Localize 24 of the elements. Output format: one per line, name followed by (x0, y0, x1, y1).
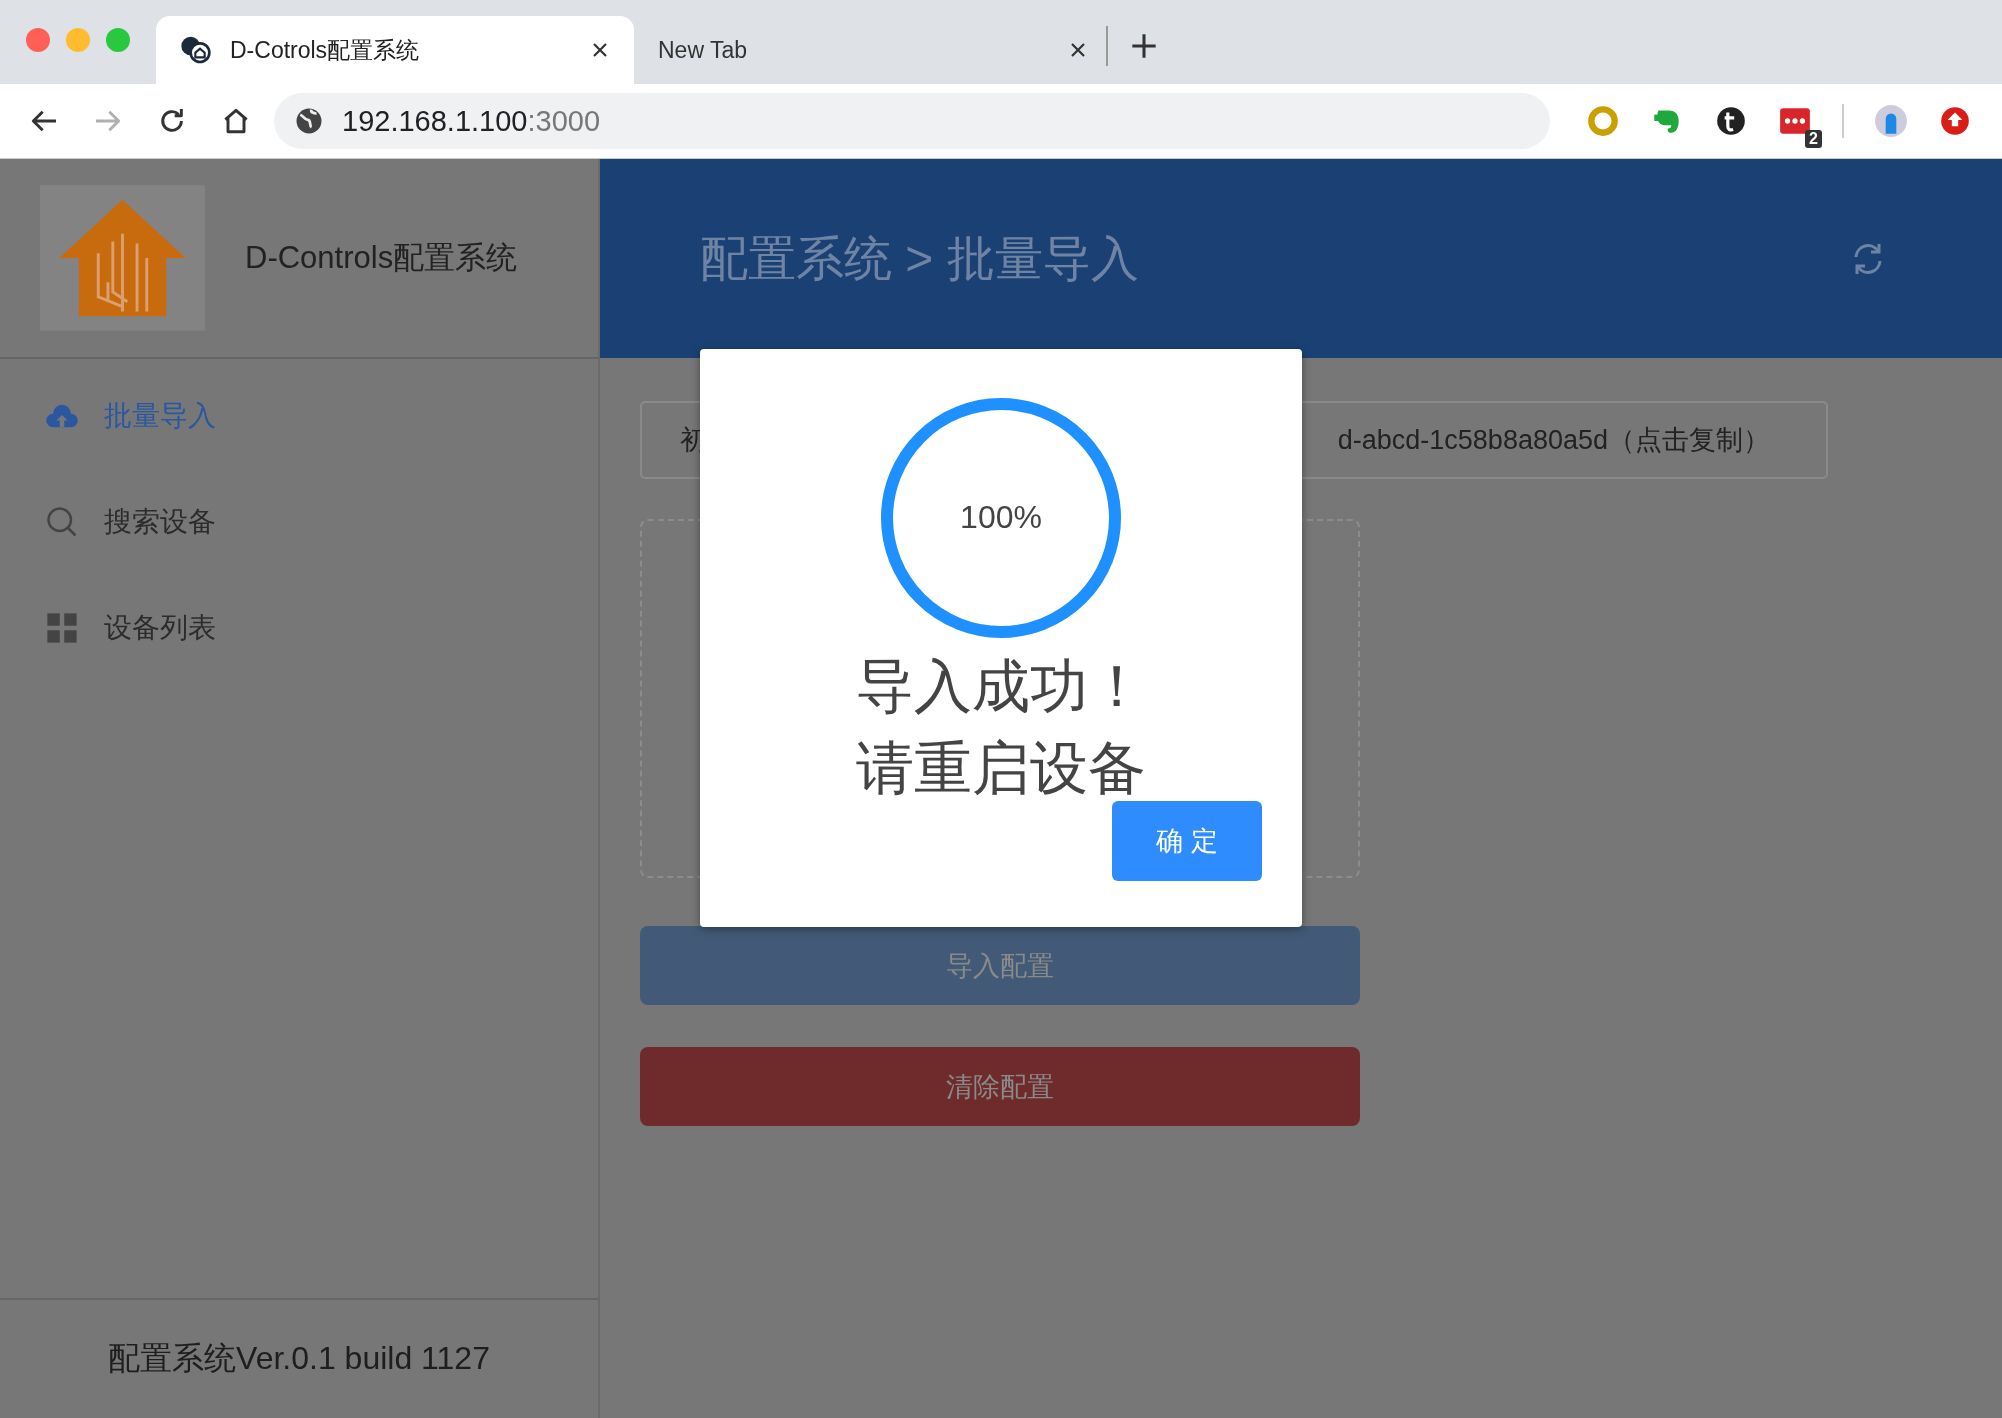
new-tab-icon[interactable] (1130, 32, 1158, 60)
browser-tab[interactable]: New Tab (634, 16, 1112, 84)
version-label: 配置系统Ver.0.1 build 1127 (108, 1339, 490, 1378)
import-config-button[interactable]: 导入配置 (640, 926, 1360, 1005)
app-title: D-Controls配置系统 (245, 239, 518, 277)
upload-icon[interactable] (1938, 104, 1972, 138)
confirm-button[interactable]: 确 定 (1112, 801, 1262, 881)
grid-icon (44, 610, 80, 646)
menu-item[interactable]: 设备列表 (44, 609, 216, 647)
menu-item[interactable]: 批量导入 (44, 397, 216, 435)
t-letter-icon[interactable] (1714, 104, 1748, 138)
breadcrumb: 配置系统 > 批量导入 (700, 230, 1139, 287)
menu-item[interactable]: 搜索设备 (44, 503, 216, 541)
address-bar[interactable]: 192.168.1.100:3000 (274, 93, 1550, 149)
favicon-icon (180, 34, 212, 66)
success-message: 请重启设备 (856, 734, 1146, 802)
profile-avatar-icon[interactable] (1874, 104, 1908, 138)
clear-config-button[interactable]: 清除配置 (640, 1047, 1360, 1126)
extension-badge: 2 (1805, 130, 1822, 148)
logo-icon (40, 183, 205, 333)
success-message: 导入成功！ (856, 652, 1146, 720)
progress-label: 100% (960, 499, 1042, 536)
browser-tab[interactable]: D-Cotrols配置系统 (156, 16, 634, 84)
globe-icon (294, 106, 324, 136)
